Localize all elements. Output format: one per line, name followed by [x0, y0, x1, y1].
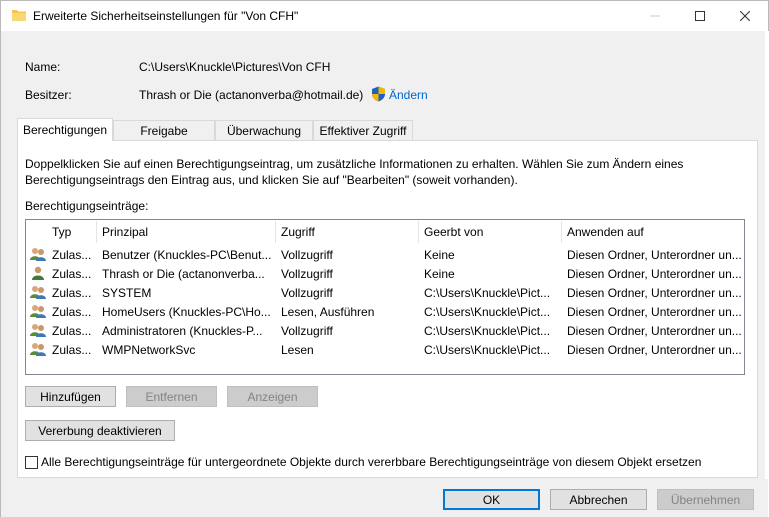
cell-anwenden: Diesen Ordner, Unterordner un...	[567, 324, 742, 338]
ok-button[interactable]: OK	[443, 489, 540, 510]
cell-typ: Zulas...	[52, 267, 92, 281]
group-icon	[30, 304, 46, 319]
cell-prinzipal: HomeUsers (Knuckles-PC\Ho...	[102, 305, 271, 319]
column-header-geerbt[interactable]: Geerbt von	[424, 225, 483, 239]
maximize-button[interactable]	[677, 1, 723, 31]
group-icon	[30, 247, 46, 262]
cell-geerbt: C:\Users\Knuckle\Pict...	[424, 305, 551, 319]
minimize-button[interactable]	[632, 1, 678, 31]
column-header-typ[interactable]: Typ	[52, 225, 71, 239]
dialog-button-bar	[1, 479, 768, 517]
owner-label: Besitzer:	[25, 88, 72, 102]
table-row[interactable]: Zulas... Administratoren (Knuckles-P... Vo…	[26, 321, 744, 340]
cell-zugriff: Vollzugriff	[281, 267, 333, 281]
replace-child-permissions-label: Alle Berechtigungseinträge für untergeor…	[41, 455, 702, 469]
cell-geerbt: C:\Users\Knuckle\Pict...	[424, 286, 551, 300]
cell-zugriff: Vollzugriff	[281, 248, 333, 262]
table-row[interactable]: Zulas... Benutzer (Knuckles-PC\Benut... Vo…	[26, 245, 744, 264]
owner-value: Thrash or Die (actanonverba@hotmail.de)	[139, 88, 364, 102]
name-label: Name:	[25, 60, 61, 74]
cell-zugriff: Vollzugriff	[281, 286, 333, 300]
apply-button[interactable]: Übernehmen	[657, 489, 754, 510]
column-header-anwenden[interactable]: Anwenden auf	[567, 225, 644, 239]
cell-typ: Zulas...	[52, 343, 92, 357]
permission-entries-list[interactable]: Typ Prinzipal Zugriff Geerbt von Anwende…	[25, 219, 745, 375]
cell-geerbt: C:\Users\Knuckle\Pict...	[424, 324, 551, 338]
description-line-1: Doppelklicken Sie auf einen Berechtigung…	[25, 157, 684, 171]
cell-zugriff: Lesen, Ausführen	[281, 305, 375, 319]
tab-effective-access[interactable]: Effektiver Zugriff	[313, 120, 413, 140]
replace-child-permissions-checkbox[interactable]	[25, 456, 38, 469]
cell-prinzipal: WMPNetworkSvc	[102, 343, 196, 357]
minimize-icon	[650, 15, 660, 17]
change-owner-link[interactable]: Ändern	[389, 88, 428, 102]
add-button[interactable]: Hinzufügen	[25, 386, 116, 407]
close-icon	[740, 11, 750, 21]
cell-geerbt: Keine	[424, 248, 455, 262]
cell-zugriff: Lesen	[281, 343, 314, 357]
window-title: Erweiterte Sicherheitseinstellungen für …	[33, 9, 299, 23]
cell-anwenden: Diesen Ordner, Unterordner un...	[567, 286, 742, 300]
name-value: C:\Users\Knuckle\Pictures\Von CFH	[139, 60, 331, 74]
cell-prinzipal: Administratoren (Knuckles-P...	[102, 324, 263, 338]
cell-prinzipal: Thrash or Die (actanonverba...	[102, 267, 265, 281]
cell-typ: Zulas...	[52, 248, 92, 262]
entries-label: Berechtigungseinträge:	[25, 199, 149, 213]
cell-prinzipal: SYSTEM	[102, 286, 152, 300]
column-header-prinzipal[interactable]: Prinzipal	[102, 225, 148, 239]
view-button[interactable]: Anzeigen	[227, 386, 318, 407]
title-bar[interactable]: Erweiterte Sicherheitseinstellungen für …	[1, 1, 768, 31]
description-line-2: Berechtigungseintrags den Eintrag aus, u…	[25, 173, 518, 187]
table-row[interactable]: Zulas... Thrash or Die (actanonverba... Vo…	[26, 264, 744, 283]
folder-icon	[12, 8, 26, 21]
shield-icon	[371, 86, 386, 102]
group-icon	[30, 323, 46, 338]
cell-typ: Zulas...	[52, 324, 92, 338]
table-row[interactable]: Zulas... WMPNetworkSvc Lesen C:\Users\Knuck…	[26, 340, 744, 359]
security-settings-window: Erweiterte Sicherheitseinstellungen für …	[0, 0, 769, 517]
cell-anwenden: Diesen Ordner, Unterordner un...	[567, 248, 742, 262]
tab-permissions[interactable]: Berechtigungen	[17, 118, 113, 141]
cell-zugriff: Vollzugriff	[281, 324, 333, 338]
cell-typ: Zulas...	[52, 305, 92, 319]
table-row[interactable]: Zulas... HomeUsers (Knuckles-PC\Ho... Lese…	[26, 302, 744, 321]
column-header-zugriff[interactable]: Zugriff	[281, 225, 315, 239]
window-edge	[765, 31, 769, 517]
cell-prinzipal: Benutzer (Knuckles-PC\Benut...	[102, 248, 272, 262]
cell-anwenden: Diesen Ordner, Unterordner un...	[567, 343, 742, 357]
tab-auditing[interactable]: Überwachung	[215, 120, 313, 140]
cell-geerbt: C:\Users\Knuckle\Pict...	[424, 343, 551, 357]
close-button[interactable]	[722, 1, 768, 31]
disable-inheritance-button[interactable]: Vererbung deaktivieren	[25, 420, 175, 441]
maximize-icon	[695, 11, 705, 21]
remove-button[interactable]: Entfernen	[126, 386, 217, 407]
cancel-button[interactable]: Abbrechen	[550, 489, 647, 510]
group-icon	[30, 285, 46, 300]
tab-sharing[interactable]: Freigabe	[113, 120, 215, 140]
cell-anwenden: Diesen Ordner, Unterordner un...	[567, 267, 742, 281]
cell-geerbt: Keine	[424, 267, 455, 281]
group-icon	[30, 342, 46, 357]
cell-anwenden: Diesen Ordner, Unterordner un...	[567, 305, 742, 319]
user-icon	[30, 266, 46, 281]
cell-typ: Zulas...	[52, 286, 92, 300]
table-row[interactable]: Zulas... SYSTEM Vollzugriff C:\Users\Knuckl…	[26, 283, 744, 302]
list-header: Typ Prinzipal Zugriff Geerbt von Anwende…	[26, 220, 744, 244]
